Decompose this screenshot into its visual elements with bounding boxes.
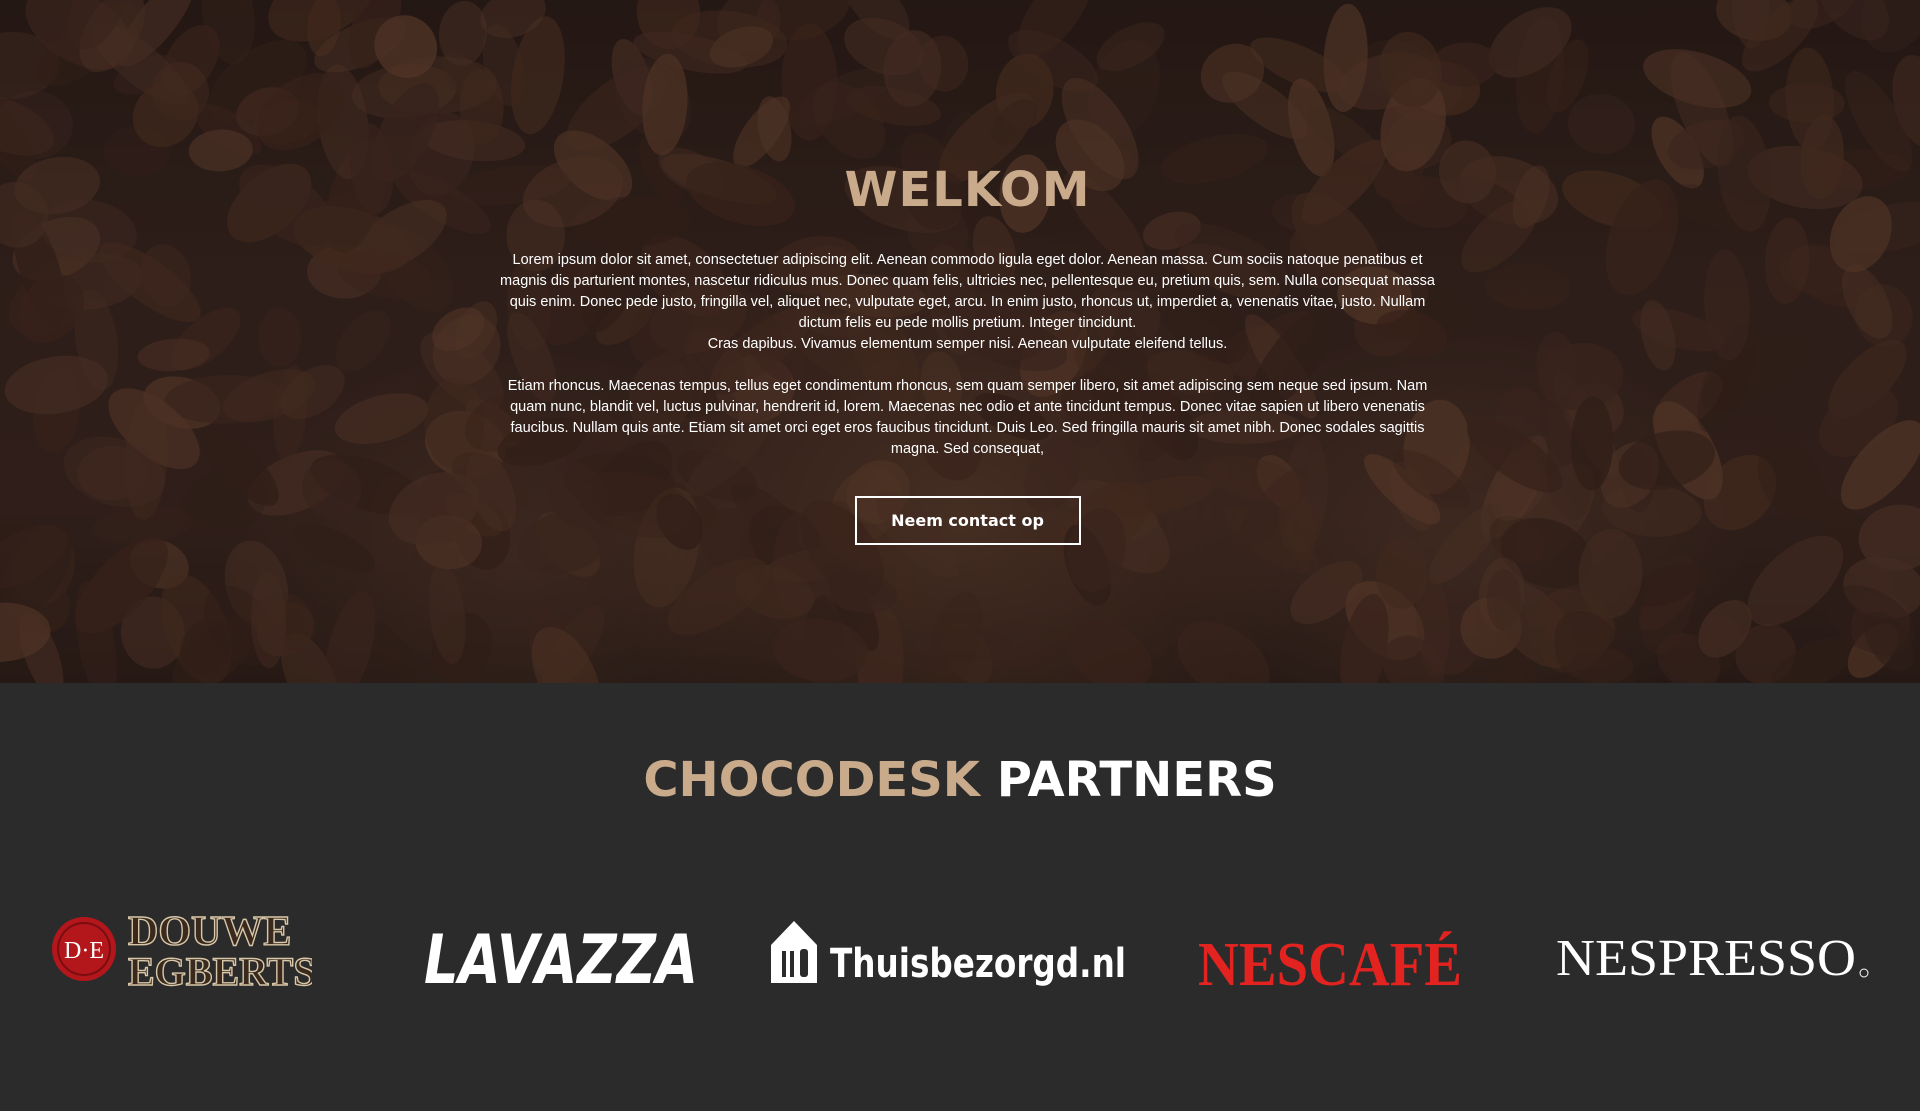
- contact-button[interactable]: Neem contact op: [854, 496, 1081, 545]
- hero-text: Lorem ipsum dolor sit amet, consectetuer…: [500, 250, 1435, 460]
- partners-title-rest: PARTNERS: [996, 752, 1277, 808]
- house-cutlery-icon: [771, 921, 817, 983]
- nescafe-logo: NESCAFÉ: [1198, 931, 1462, 993]
- hero-title: WELKOM: [844, 162, 1091, 218]
- partners-title-accent: CHOCODESK: [643, 752, 980, 808]
- nespresso-text: NESPRESSO: [1556, 930, 1856, 987]
- logo-lavazza[interactable]: LAVAZZA: [424, 903, 700, 993]
- logo-thuisbezorgd[interactable]: Thuisbezorgd.nl: [768, 903, 1128, 993]
- hero-paragraph-1: Lorem ipsum dolor sit amet, consectetuer…: [500, 252, 1435, 331]
- partners-title: CHOCODESK PARTNERS: [0, 745, 1920, 815]
- thuisbezorgd-logo: Thuisbezorgd.nl: [771, 921, 1126, 987]
- lavazza-text: LAVAZZA: [424, 921, 698, 993]
- nescafe-text: NESCAFÉ: [1198, 931, 1462, 993]
- lavazza-logo: LAVAZZA: [424, 921, 698, 993]
- thuisbezorgd-text: Thuisbezorgd.nl: [830, 941, 1126, 987]
- de-seal-text: D·E: [64, 938, 104, 964]
- hero-paragraph-2: Etiam rhoncus. Maecenas tempus, tellus e…: [507, 378, 1428, 457]
- logo-nespresso[interactable]: NESPRESSO: [1556, 903, 1872, 993]
- douwe-egberts-logo: D·E DOUWE EGBERTS: [52, 908, 312, 993]
- partners-section: CHOCODESK PARTNERS D·E DOUWE EGBERTS LAV…: [0, 683, 1920, 1111]
- de-line2: EGBERTS: [128, 949, 312, 993]
- logo-douwe-egberts[interactable]: D·E DOUWE EGBERTS: [50, 903, 312, 993]
- hero-content: WELKOM Lorem ipsum dolor sit amet, conse…: [500, 150, 1435, 545]
- logo-nescafe[interactable]: NESCAFÉ: [1198, 903, 1464, 993]
- hero-paragraph-1b: Cras dapibus. Vivamus elementum semper n…: [707, 336, 1228, 352]
- nespresso-logo: NESPRESSO: [1556, 930, 1869, 987]
- hero-section: WELKOM Lorem ipsum dolor sit amet, conse…: [0, 0, 1920, 683]
